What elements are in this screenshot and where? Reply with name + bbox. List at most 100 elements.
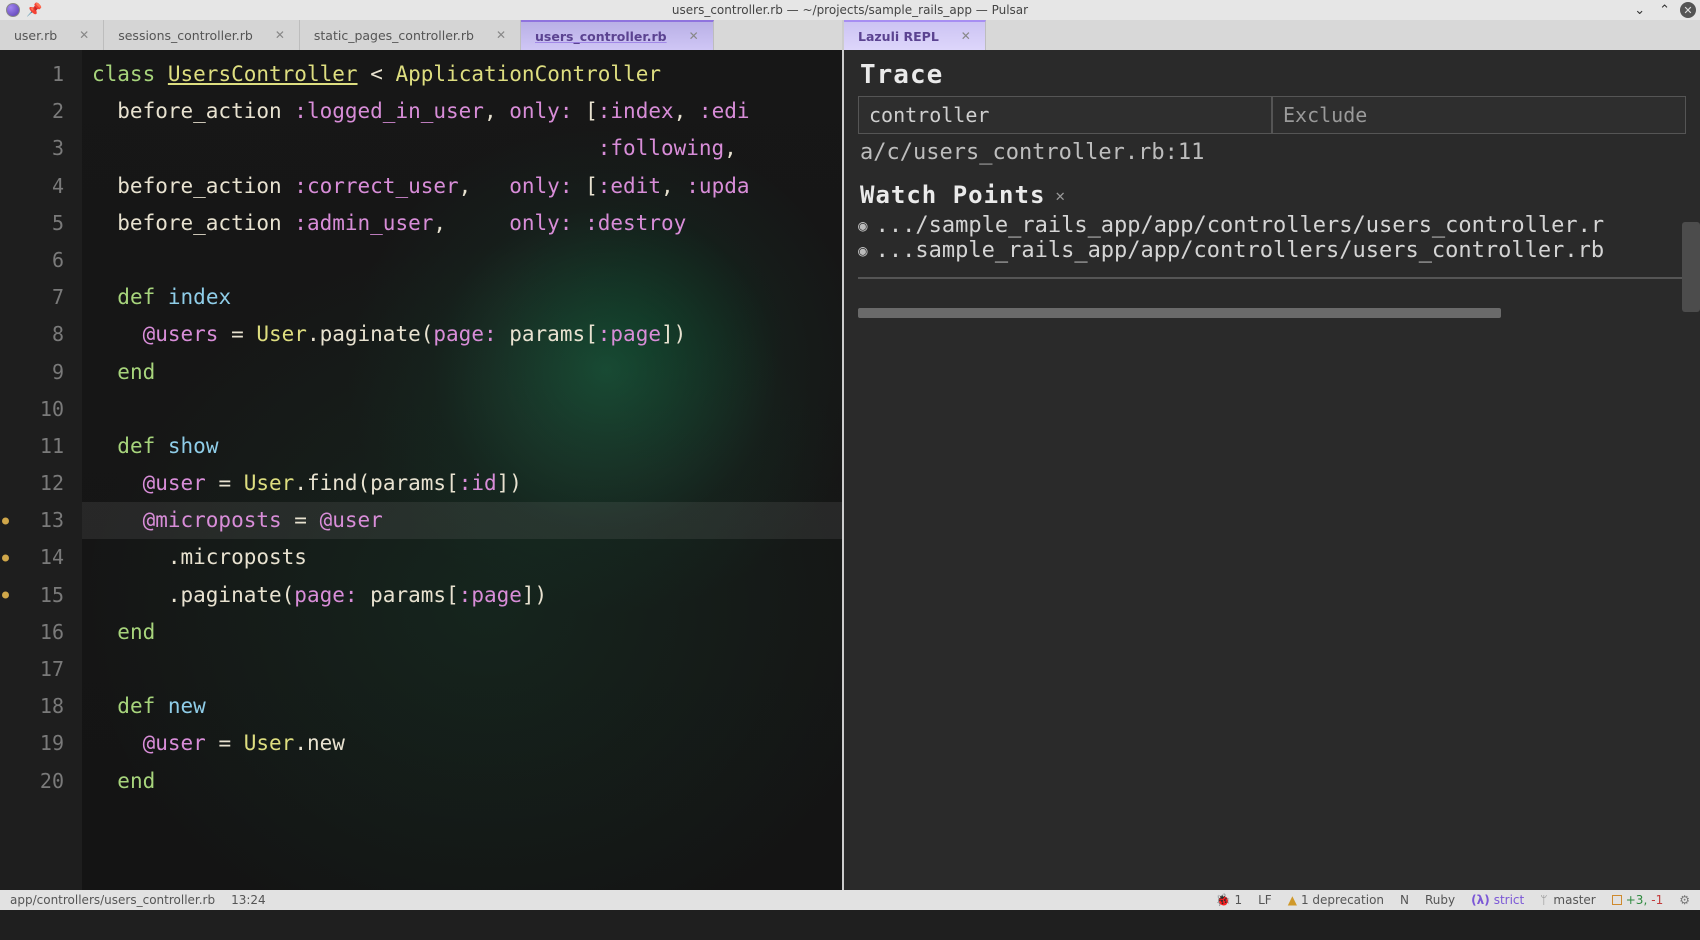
- code-line[interactable]: end: [92, 614, 842, 651]
- settings-gear-icon[interactable]: ⚙: [1679, 893, 1690, 907]
- code-line[interactable]: @user = User.find(params[:id]): [92, 465, 842, 502]
- lazuli-repl-panel: Trace a/c/users_controller.rb:11 Watch P…: [844, 50, 1700, 890]
- line-number[interactable]: 10: [0, 391, 64, 428]
- trace-matched-path: a/c/users_controller.rb:11: [844, 134, 1700, 169]
- status-file-path[interactable]: app/controllers/users_controller.rb: [10, 893, 215, 907]
- line-number[interactable]: 19: [0, 725, 64, 762]
- editor-tab[interactable]: user.rb ✕: [0, 20, 104, 50]
- line-number[interactable]: 3: [0, 130, 64, 167]
- code-line[interactable]: class UsersController < ApplicationContr…: [92, 56, 842, 93]
- status-cursor-position[interactable]: 13:24: [231, 893, 266, 907]
- code-line[interactable]: end: [92, 354, 842, 391]
- code-editor[interactable]: 1234567891011121314151617181920 class Us…: [0, 50, 842, 890]
- line-number[interactable]: 4: [0, 168, 64, 205]
- line-number[interactable]: 18: [0, 688, 64, 725]
- eye-icon[interactable]: ◉: [858, 241, 868, 260]
- code-line[interactable]: before_action :correct_user, only: [:edi…: [92, 168, 842, 205]
- watch-points-heading: Watch Points: [860, 181, 1045, 209]
- line-number[interactable]: 20: [0, 763, 64, 800]
- repl-vertical-scrollbar[interactable]: [1682, 222, 1700, 312]
- status-deprecation-label: 1 deprecation: [1301, 893, 1384, 907]
- status-strict[interactable]: (λ) strict: [1471, 893, 1524, 907]
- line-number-gutter[interactable]: 1234567891011121314151617181920: [0, 50, 82, 890]
- line-number[interactable]: 9: [0, 354, 64, 391]
- status-line-ending[interactable]: LF: [1258, 893, 1272, 907]
- tab-label: user.rb: [14, 28, 57, 43]
- diff-added-label: +3,: [1626, 893, 1648, 907]
- tab-close-icon[interactable]: ✕: [689, 29, 699, 43]
- status-strict-label: strict: [1494, 893, 1525, 907]
- status-mode-indicator[interactable]: N: [1400, 893, 1409, 907]
- maximize-icon[interactable]: ⌃: [1655, 3, 1674, 18]
- line-number[interactable]: 17: [0, 651, 64, 688]
- status-errors[interactable]: 🐞 1: [1216, 893, 1243, 907]
- minimize-icon[interactable]: ⌄: [1630, 3, 1649, 18]
- code-line[interactable]: @user = User.new: [92, 725, 842, 762]
- repl-horizontal-scrollbar[interactable]: [858, 308, 1682, 320]
- tab-label: sessions_controller.rb: [118, 28, 253, 43]
- code-line[interactable]: @users = User.paginate(page: params[:pag…: [92, 316, 842, 353]
- code-line[interactable]: @microposts = @user: [82, 502, 842, 539]
- repl-tab[interactable]: Lazuli REPL ✕: [844, 20, 986, 50]
- bug-icon: 🐞: [1216, 893, 1231, 907]
- line-number[interactable]: 5: [0, 205, 64, 242]
- code-line[interactable]: def show: [92, 428, 842, 465]
- line-number[interactable]: 1: [0, 56, 64, 93]
- status-deprecations[interactable]: ▲ 1 deprecation: [1288, 893, 1384, 907]
- line-number[interactable]: 12: [0, 465, 64, 502]
- watch-point-item[interactable]: ◉.../sample_rails_app/app/controllers/us…: [858, 213, 1692, 238]
- watch-points-list: ◉.../sample_rails_app/app/controllers/us…: [844, 211, 1700, 269]
- status-error-count: 1: [1234, 893, 1242, 907]
- window-close-button[interactable]: ✕: [1680, 2, 1696, 18]
- pin-icon[interactable]: 📌: [26, 3, 42, 18]
- watch-point-path: ...sample_rails_app/app/controllers/user…: [876, 238, 1604, 263]
- diff-removed-label: -1: [1651, 893, 1663, 907]
- code-line[interactable]: .paginate(page: params[:page]): [92, 577, 842, 614]
- line-number[interactable]: 7: [0, 279, 64, 316]
- trace-exclude-input[interactable]: [1272, 96, 1686, 134]
- code-line[interactable]: def index: [92, 279, 842, 316]
- warning-icon: ▲: [1288, 893, 1297, 907]
- diff-box-icon: [1612, 895, 1622, 905]
- line-number[interactable]: 16: [0, 614, 64, 651]
- trace-heading: Trace: [844, 50, 1700, 94]
- code-line[interactable]: [92, 651, 842, 688]
- line-number[interactable]: 8: [0, 316, 64, 353]
- code-line[interactable]: :following,: [92, 130, 842, 167]
- line-number[interactable]: 14: [0, 539, 64, 576]
- trace-include-input[interactable]: [858, 96, 1272, 134]
- status-git-diff[interactable]: +3, -1: [1612, 893, 1663, 907]
- editor-tab[interactable]: users_controller.rb ✕: [521, 20, 714, 50]
- tab-close-icon[interactable]: ✕: [79, 28, 89, 42]
- watch-points-close-icon[interactable]: ✕: [1055, 186, 1066, 205]
- eye-icon[interactable]: ◉: [858, 216, 868, 235]
- tab-close-icon[interactable]: ✕: [961, 29, 971, 43]
- line-number[interactable]: 6: [0, 242, 64, 279]
- tab-close-icon[interactable]: ✕: [275, 28, 285, 42]
- code-line[interactable]: before_action :admin_user, only: :destro…: [92, 205, 842, 242]
- repl-divider: [858, 277, 1690, 279]
- line-number[interactable]: 13: [0, 502, 64, 539]
- line-number[interactable]: 11: [0, 428, 64, 465]
- watch-point-item[interactable]: ◉ ...sample_rails_app/app/controllers/use…: [858, 238, 1692, 263]
- code-line[interactable]: end: [92, 763, 842, 800]
- tab-label: Lazuli REPL: [858, 29, 939, 44]
- code-line[interactable]: [92, 391, 842, 428]
- repl-tab-bar: Lazuli REPL ✕: [844, 20, 1700, 50]
- line-number[interactable]: 15: [0, 577, 64, 614]
- code-line[interactable]: def new: [92, 688, 842, 725]
- editor-tab-bar: user.rb✕sessions_controller.rb✕static_pa…: [0, 20, 842, 50]
- code-line[interactable]: before_action :logged_in_user, only: [:i…: [92, 93, 842, 130]
- editor-tab[interactable]: sessions_controller.rb ✕: [104, 20, 300, 50]
- code-line[interactable]: [92, 242, 842, 279]
- editor-tab[interactable]: static_pages_controller.rb✕: [300, 20, 521, 50]
- window-titlebar: 📌 users_controller.rb — ~/projects/sampl…: [0, 0, 1700, 20]
- code-area[interactable]: class UsersController < ApplicationContr…: [82, 50, 842, 890]
- status-language[interactable]: Ruby: [1425, 893, 1455, 907]
- tab-close-icon[interactable]: ✕: [496, 28, 506, 42]
- app-logo-icon: [6, 3, 20, 17]
- tab-label: users_controller.rb: [535, 29, 667, 44]
- status-git-branch[interactable]: master: [1540, 893, 1596, 907]
- line-number[interactable]: 2: [0, 93, 64, 130]
- code-line[interactable]: .microposts: [92, 539, 842, 576]
